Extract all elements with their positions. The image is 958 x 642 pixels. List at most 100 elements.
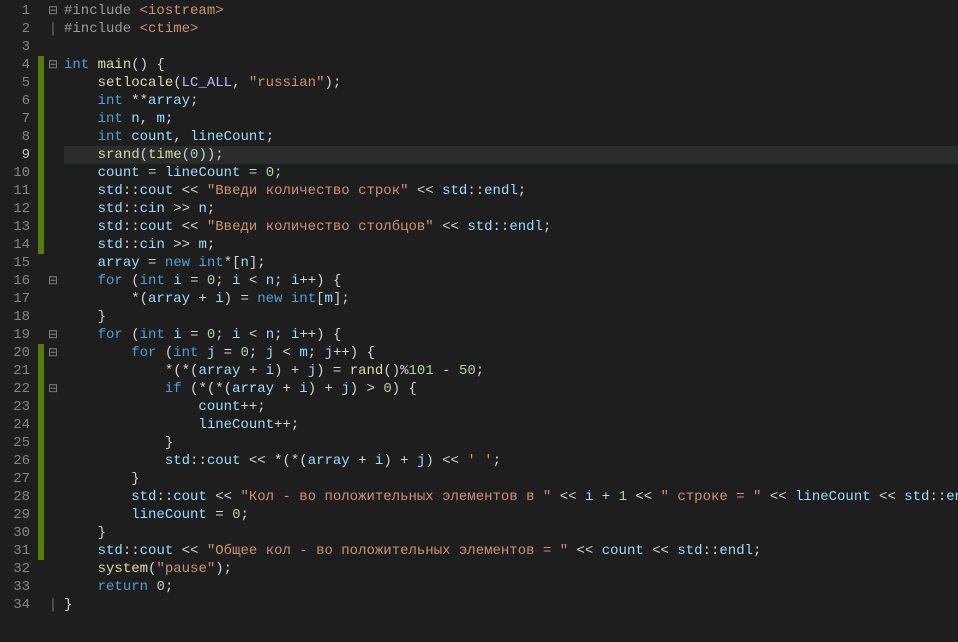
line-number: 2 — [0, 20, 30, 38]
code-line[interactable]: std::cin >> m; — [64, 236, 958, 254]
fold-spacer — [44, 434, 62, 452]
token-p: ; — [308, 345, 325, 361]
code-line[interactable]: std::cin >> n; — [64, 200, 958, 218]
token-k: if — [165, 381, 182, 397]
token-p: , — [140, 111, 157, 127]
code-line[interactable]: system("pause"); — [64, 560, 958, 578]
token-s: "Введи количество строк" — [207, 183, 409, 199]
line-number-gutter: 1234567891011121314151617181920212223242… — [0, 2, 38, 642]
line-number: 31 — [0, 542, 30, 560]
token-s: "Общее кол - во положительных элементов … — [207, 543, 568, 559]
token-p: << — [568, 543, 602, 559]
line-number: 16 — [0, 272, 30, 290]
fold-guide-icon: │ — [44, 20, 62, 38]
token-p: ; — [215, 327, 232, 343]
code-line[interactable]: int **array; — [64, 92, 958, 110]
code-line[interactable] — [64, 38, 958, 56]
fold-collapse-icon[interactable]: ⊟ — [44, 344, 62, 362]
line-number: 11 — [0, 182, 30, 200]
token-c: n — [266, 273, 274, 289]
token-c: cout — [173, 489, 207, 505]
line-number: 8 — [0, 128, 30, 146]
token-c: array — [198, 363, 240, 379]
token-c: array — [232, 381, 274, 397]
token-n: 0 — [241, 345, 249, 361]
line-number: 28 — [0, 488, 30, 506]
token-c: m — [198, 237, 206, 253]
fold-spacer — [44, 92, 62, 110]
token-p: ; — [493, 453, 501, 469]
token-p — [89, 57, 97, 73]
fold-gutter[interactable]: ⊟│⊟⊟⊟⊟⊟│ — [44, 2, 62, 642]
code-line[interactable]: std::cout << "Введи количество столбцов"… — [64, 218, 958, 236]
fold-collapse-icon[interactable]: ⊟ — [44, 272, 62, 290]
code-line[interactable]: count++; — [64, 398, 958, 416]
code-line[interactable]: return 0; — [64, 578, 958, 596]
token-k: for — [98, 327, 123, 343]
code-line[interactable]: int main() { — [64, 56, 958, 74]
fold-spacer — [44, 128, 62, 146]
code-line[interactable]: #include <ctime> — [64, 20, 958, 38]
token-p: = — [140, 255, 165, 271]
code-line[interactable]: } — [64, 308, 958, 326]
token-p: :: — [123, 543, 140, 559]
fold-collapse-icon[interactable]: ⊟ — [44, 2, 62, 20]
token-c: std — [904, 489, 929, 505]
token-p: << — [173, 183, 207, 199]
code-area[interactable]: #include <iostream>#include <ctime> int m… — [62, 2, 958, 642]
code-line[interactable]: *(*(array + i) + j) = rand()%101 - 50; — [64, 362, 958, 380]
token-c: n — [241, 255, 249, 271]
code-line[interactable]: array = new int*[n]; — [64, 254, 958, 272]
code-line[interactable]: int count, lineCount; — [64, 128, 958, 146]
token-c: m — [156, 111, 164, 127]
fold-collapse-icon[interactable]: ⊟ — [44, 380, 62, 398]
code-line[interactable]: srand(time(0)); — [64, 146, 958, 164]
token-c: count — [131, 129, 173, 145]
token-c: i — [173, 273, 181, 289]
code-line[interactable]: std::cout << "Общее кол - во положительн… — [64, 542, 958, 560]
token-c: i — [266, 363, 274, 379]
code-line[interactable]: } — [64, 524, 958, 542]
token-fn: main — [98, 57, 132, 73]
line-number: 34 — [0, 596, 30, 614]
line-number: 7 — [0, 110, 30, 128]
line-number: 12 — [0, 200, 30, 218]
code-line[interactable]: std::cout << "Кол - во положительных эле… — [64, 488, 958, 506]
code-editor[interactable]: 1234567891011121314151617181920212223242… — [0, 0, 958, 642]
token-c: std — [98, 543, 123, 559]
token-p: + — [593, 489, 618, 505]
token-c: cin — [140, 201, 165, 217]
token-p: ; — [274, 327, 291, 343]
token-c: endl — [946, 489, 958, 505]
token-p: } — [98, 309, 106, 325]
line-number: 9 — [0, 146, 30, 164]
code-line[interactable]: count = lineCount = 0; — [64, 164, 958, 182]
token-c: std — [98, 201, 123, 217]
code-line[interactable]: if (*(*(array + i) + j) > 0) { — [64, 380, 958, 398]
fold-collapse-icon[interactable]: ⊟ — [44, 56, 62, 74]
code-line[interactable]: *(array + i) = new int[m]; — [64, 290, 958, 308]
code-line[interactable]: lineCount = 0; — [64, 506, 958, 524]
token-ang: <ctime> — [140, 21, 199, 37]
token-p: - — [434, 363, 459, 379]
fold-spacer — [44, 506, 62, 524]
line-number: 14 — [0, 236, 30, 254]
code-line[interactable]: lineCount++; — [64, 416, 958, 434]
code-line[interactable]: setlocale(LC_ALL, "russian"); — [64, 74, 958, 92]
code-line[interactable]: for (int i = 0; i < n; i++) { — [64, 272, 958, 290]
code-line[interactable]: for (int j = 0; j < m; j++) { — [64, 344, 958, 362]
code-line[interactable]: } — [64, 470, 958, 488]
token-p: >> — [165, 237, 199, 253]
fold-spacer — [44, 524, 62, 542]
code-line[interactable]: std::cout << *(*(array + i) + j) << ' '; — [64, 452, 958, 470]
line-number: 30 — [0, 524, 30, 542]
token-c: count — [602, 543, 644, 559]
code-line[interactable]: #include <iostream> — [64, 2, 958, 20]
code-line[interactable]: std::cout << "Введи количество строк" <<… — [64, 182, 958, 200]
code-line[interactable]: for (int i = 0; i < n; i++) { — [64, 326, 958, 344]
code-line[interactable]: int n, m; — [64, 110, 958, 128]
code-line[interactable]: } — [64, 434, 958, 452]
fold-collapse-icon[interactable]: ⊟ — [44, 326, 62, 344]
code-line[interactable]: } — [64, 596, 958, 614]
token-p: ; — [274, 165, 282, 181]
